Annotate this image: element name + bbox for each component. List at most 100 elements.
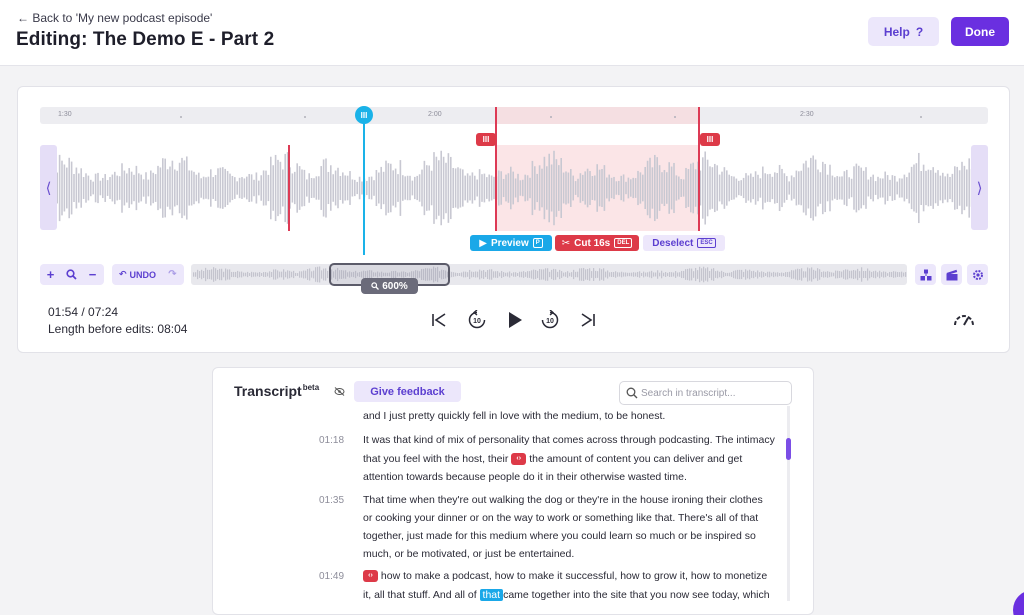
redo-icon[interactable]: ↷ (162, 264, 183, 285)
waveform-bar (927, 169, 930, 207)
forward-10-icon[interactable]: 10 (539, 309, 561, 331)
waveform-bar (262, 170, 265, 206)
waveform-bar (203, 270, 205, 279)
selection-end-handle[interactable]: III (700, 133, 720, 146)
done-button[interactable]: Done (951, 17, 1009, 46)
waveform-bar (673, 272, 675, 277)
waveform-bar (174, 169, 176, 207)
current-word-highlight[interactable]: that (479, 589, 504, 601)
give-feedback-button[interactable]: Give feedback (354, 381, 461, 402)
deselect-button[interactable]: Deselect ESC (643, 235, 725, 251)
waveform-bar (709, 270, 711, 279)
waveform-bar (882, 178, 884, 198)
waveform-bar (807, 167, 810, 209)
help-button[interactable]: Help ? (868, 17, 939, 46)
transcript-line[interactable]: much, or be motivated, or just be entert… (363, 545, 783, 565)
playback-speed-icon[interactable] (953, 311, 975, 329)
clapper-icon[interactable] (941, 264, 962, 285)
waveform-bar (193, 171, 195, 205)
waveform-bar (905, 272, 907, 277)
play-button[interactable] (504, 309, 526, 331)
waveform-bar (605, 271, 607, 278)
waveform-bar (589, 268, 591, 281)
eye-off-icon[interactable] (334, 387, 345, 396)
skip-to-end-icon[interactable] (577, 309, 599, 331)
cut-button[interactable]: ✂ Cut 16s DEL (555, 235, 639, 251)
waveform-bar (691, 268, 693, 281)
page-title: Editing: The Demo E - Part 2 (16, 29, 275, 50)
waveform-bar (453, 272, 455, 277)
waveform-bar (200, 178, 202, 198)
waveform-bar (509, 271, 511, 278)
waveform-bar (73, 173, 75, 203)
waveform-bar (863, 271, 865, 278)
segment-timestamp[interactable]: 01:18 (319, 435, 344, 446)
waveform-bar (673, 162, 675, 214)
back-link[interactable]: ← Back to 'My new podcast episode' (17, 11, 212, 25)
zoom-in-button[interactable]: + (40, 264, 61, 285)
waveform-bar (920, 170, 922, 206)
transcript-line[interactable]: attention towards because people do it i… (363, 468, 783, 488)
skip-to-start-icon[interactable] (428, 309, 450, 331)
waveform-bar (657, 270, 659, 279)
waveform-bar (58, 154, 61, 222)
scroll-right-icon[interactable]: ⟩ (971, 145, 988, 230)
transcript-search[interactable] (619, 381, 792, 405)
transcript-line[interactable]: together, just made for this medium wher… (363, 527, 783, 547)
transcript-line[interactable]: it, all that stuff. And all of that came … (363, 586, 783, 606)
selection-end-line[interactable] (698, 107, 700, 231)
waveform-bar (500, 171, 502, 205)
waveform-bar (210, 169, 212, 207)
playhead-handle[interactable]: III (355, 106, 373, 124)
split-icon[interactable] (915, 264, 936, 285)
line-text: that you feel with the host, their (363, 453, 509, 465)
edit-marker-icon[interactable]: ‹› (363, 570, 378, 583)
transcript-line[interactable]: That time when they're out walking the d… (363, 491, 783, 511)
waveform-bar (822, 161, 824, 215)
waveform-bar (277, 159, 279, 217)
waveform-bar (767, 271, 769, 278)
line-text: how to make a podcast, how to make it su… (380, 570, 768, 582)
waveform-bar (790, 175, 793, 201)
chat-launcher-button[interactable] (1013, 590, 1024, 615)
transcript-scroll-thumb[interactable] (786, 438, 791, 460)
waveform-bar (207, 176, 210, 200)
selection-start-handle[interactable]: III (476, 133, 496, 146)
transcript-line[interactable]: and I just pretty quickly fell in love w… (363, 407, 783, 427)
waveform-bar (630, 179, 632, 197)
waveform-bar (162, 158, 164, 218)
marker-line[interactable] (288, 145, 290, 231)
transcript-line[interactable]: that you feel with the host, their ‹› th… (363, 450, 783, 470)
preview-button[interactable]: ▶ Preview P (470, 235, 552, 251)
edit-marker-icon[interactable]: ‹› (511, 453, 527, 466)
transcript-line[interactable]: or cooking your dinner or on the way to … (363, 509, 783, 529)
segment-timestamp[interactable]: 01:35 (319, 495, 344, 506)
selection-start-line[interactable] (495, 107, 497, 231)
scroll-left-icon[interactable]: ⟨ (40, 145, 57, 230)
waveform-bar (499, 272, 501, 277)
waveform-bar (598, 169, 601, 207)
waveform-bar (651, 167, 654, 209)
segment-timestamp[interactable]: 01:49 (319, 571, 344, 582)
waveform-bar (755, 272, 757, 277)
undo-button[interactable]: ↶ UNDO (112, 269, 162, 280)
waveform-bar (212, 177, 214, 199)
zoom-search-icon[interactable] (61, 264, 82, 285)
transcript-scrollbar[interactable] (787, 406, 790, 601)
tick-label: 1:30 (58, 111, 72, 118)
waveform-bar (860, 167, 862, 209)
timeline-ruler[interactable]: 1:30 2:00 2:30 (40, 107, 988, 124)
waveform-bar (490, 175, 493, 201)
transcript-line[interactable]: ‹› how to make a podcast, how to make it… (363, 567, 783, 587)
waveform-bar (385, 160, 387, 216)
search-input[interactable] (641, 387, 781, 399)
transcript-line[interactable]: It was that kind of mix of personality t… (363, 431, 783, 451)
overview-minimap[interactable] (191, 264, 907, 285)
waveform-bar (653, 272, 655, 277)
playhead-line[interactable] (363, 115, 365, 255)
settings-gear-icon[interactable] (967, 264, 988, 285)
rewind-10-icon[interactable]: 10 (466, 309, 488, 331)
waveform-area[interactable] (40, 145, 988, 231)
waveform-bar (497, 271, 499, 278)
zoom-out-button[interactable]: − (82, 264, 103, 285)
